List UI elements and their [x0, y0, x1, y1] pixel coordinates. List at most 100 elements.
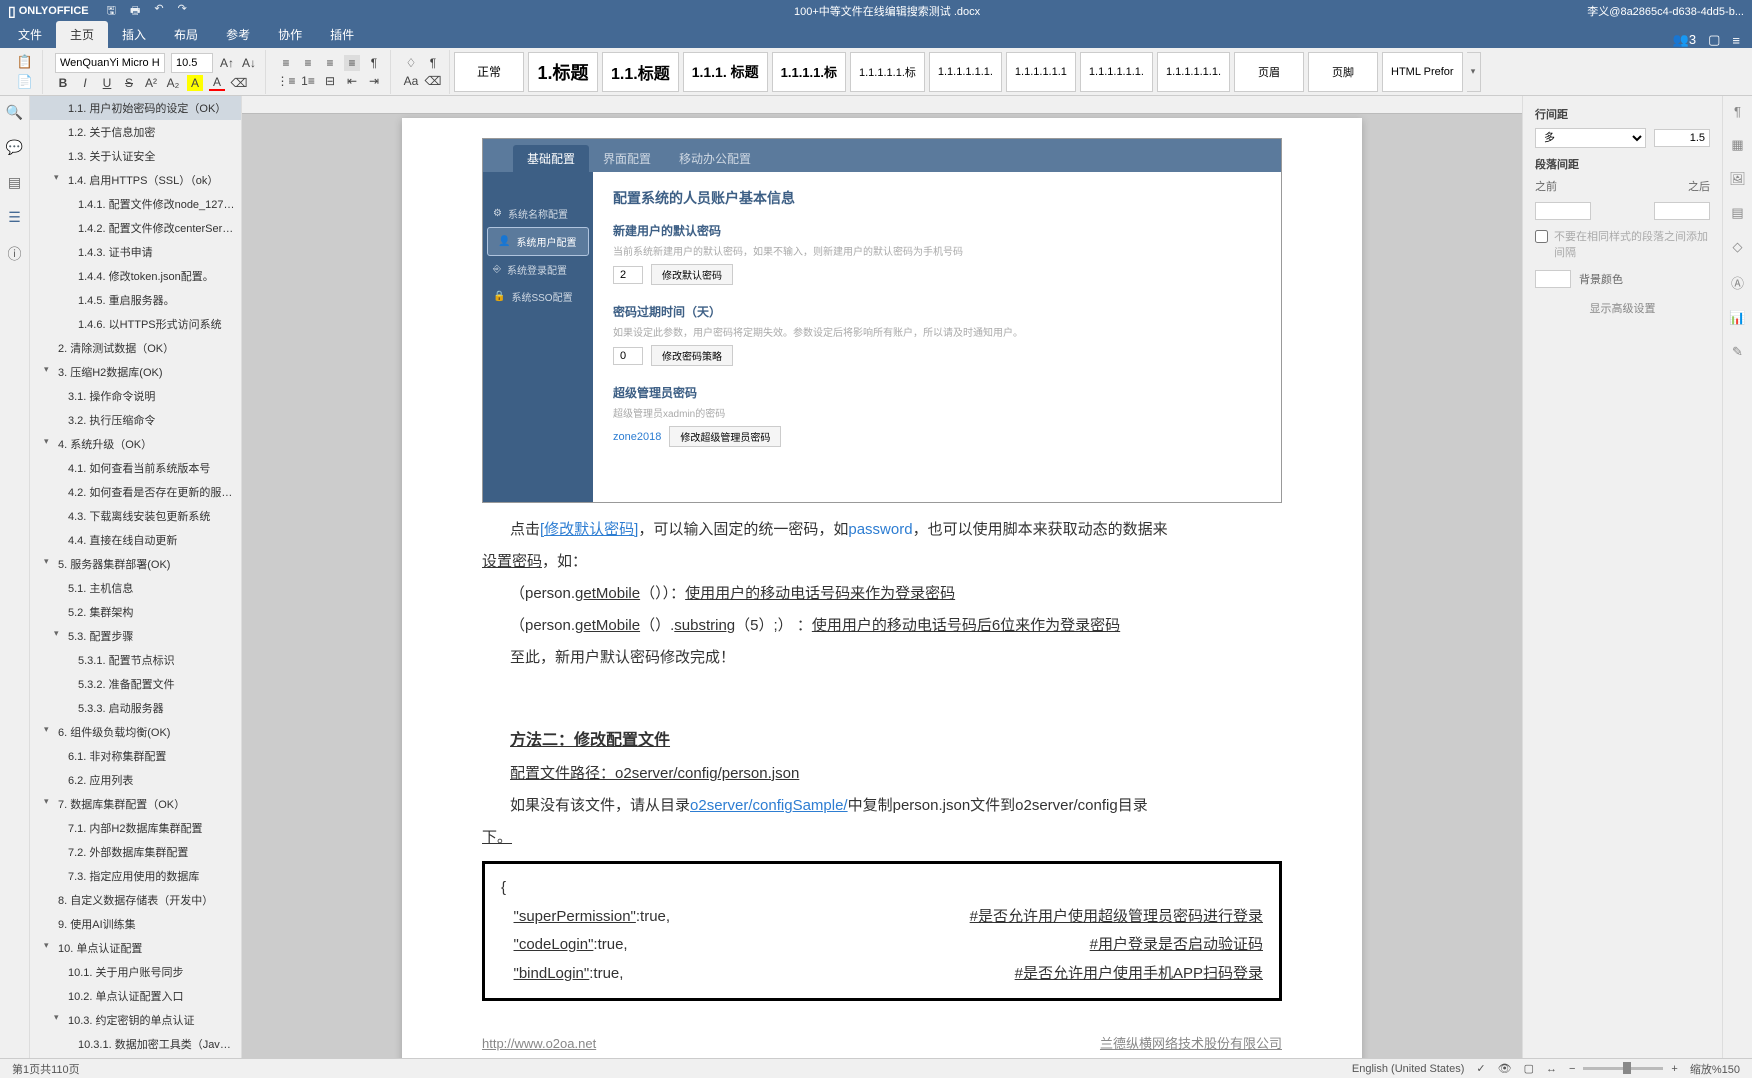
nav-item[interactable]: 5.2. 集群架构	[30, 600, 241, 624]
font-family-select[interactable]	[55, 53, 165, 73]
nav-item[interactable]: 5.3.1. 配置节点标识	[30, 648, 241, 672]
headings-icon[interactable]: ▤	[8, 174, 21, 191]
italic-button[interactable]: I	[77, 75, 93, 91]
tab-insert[interactable]: 插入	[108, 21, 160, 48]
shape-settings-icon[interactable]: ◇	[1733, 239, 1743, 255]
header-settings-icon[interactable]: ▤	[1731, 205, 1743, 221]
nav-item[interactable]: 10.3.1. 数据加密工具类（Java）	[30, 1032, 241, 1056]
nav-item[interactable]: 1.2. 关于信息加密	[30, 120, 241, 144]
feedback-icon[interactable]: ⓘ	[8, 244, 22, 264]
bg-color-picker[interactable]	[1535, 270, 1571, 288]
zoom-in-button[interactable]: +	[1671, 1063, 1677, 1075]
nav-item[interactable]: 3.1. 操作命令说明	[30, 384, 241, 408]
tab-layout[interactable]: 布局	[160, 21, 212, 48]
tab-collab[interactable]: 协作	[264, 21, 316, 48]
doc-body[interactable]: 点击[修改默认密码]，可以输入固定的统一密码，如password，也可以使用脚本…	[482, 515, 1282, 1057]
nav-item[interactable]: ▾3. 压缩H2数据库(OK)	[30, 360, 241, 384]
style-h1[interactable]: 1.标题	[528, 52, 598, 92]
tab-file[interactable]: 文件	[4, 21, 56, 48]
style-html[interactable]: HTML Prefor	[1382, 52, 1463, 92]
users-icon[interactable]: 👥3	[1673, 32, 1696, 48]
zoom-out-button[interactable]: −	[1569, 1063, 1575, 1075]
para-settings-icon[interactable]: ¶	[1734, 104, 1741, 119]
zoom-slider[interactable]	[1583, 1067, 1663, 1070]
nav-item[interactable]: 6.2. 应用列表	[30, 768, 241, 792]
nav-item[interactable]: 5.3.3. 启动服务器	[30, 696, 241, 720]
bold-button[interactable]: B	[55, 75, 71, 91]
fit-page-icon[interactable]: ▢	[1524, 1062, 1534, 1075]
nav-item[interactable]: 5.1. 主机信息	[30, 576, 241, 600]
show-advanced-link[interactable]: 显示高级设置	[1535, 300, 1710, 316]
nav-item[interactable]: 9. 使用AI训练集	[30, 912, 241, 936]
clear-format-button[interactable]: ⌫	[231, 75, 247, 91]
nav-item[interactable]: ▾6. 组件级负载均衡(OK)	[30, 720, 241, 744]
zoom-value[interactable]: 缩放%150	[1690, 1061, 1740, 1077]
align-left-button[interactable]: ≡	[278, 55, 294, 71]
tab-references[interactable]: 参考	[212, 21, 264, 48]
nav-item[interactable]: 10.1. 关于用户账号同步	[30, 960, 241, 984]
nav-item[interactable]: ▾10. 单点认证配置	[30, 936, 241, 960]
menu-icon[interactable]: ≡	[1732, 33, 1740, 48]
user-name[interactable]: 李义@8a2865c4-d638-4dd5-b...	[1587, 3, 1744, 19]
style-h4[interactable]: 1.1.1.1.标	[772, 52, 846, 92]
erase-button[interactable]: ⌫	[425, 73, 441, 89]
nav-item[interactable]: ▾5.3. 配置步骤	[30, 624, 241, 648]
language-indicator[interactable]: English (United States)	[1352, 1063, 1465, 1075]
spacing-after-input[interactable]	[1654, 202, 1710, 220]
strike-button[interactable]: S	[121, 75, 137, 91]
bullets-button[interactable]: ⋮≡	[278, 73, 294, 89]
nav-item[interactable]: 4.3. 下载离线安装包更新系统	[30, 504, 241, 528]
comments-icon[interactable]: 💬	[6, 139, 23, 156]
nav-item[interactable]: ▾10.3. 约定密钥的单点认证	[30, 1008, 241, 1032]
font-color-button[interactable]: A	[209, 75, 225, 91]
line-spacing-select[interactable]: 多	[1535, 128, 1646, 148]
shading-button[interactable]: ♢	[403, 55, 419, 71]
nav-item[interactable]: 1.4.1. 配置文件修改node_127.0.0...	[30, 192, 241, 216]
nav-tree[interactable]: 1.1. 用户初始密码的设定（OK）1.2. 关于信息加密1.3. 关于认证安全…	[30, 96, 242, 1058]
style-h2[interactable]: 1.1.标题	[602, 52, 679, 92]
style-h5[interactable]: 1.1.1.1.1.标	[850, 52, 925, 92]
indent-inc-button[interactable]: ⇥	[366, 73, 382, 89]
search-icon[interactable]: 🔍	[6, 104, 23, 121]
style-h6[interactable]: 1.1.1.1.1.1.	[929, 52, 1002, 92]
folder-icon[interactable]: ▢	[1708, 32, 1720, 48]
ruler[interactable]	[242, 96, 1522, 114]
nav-item[interactable]: ▾7. 数据库集群配置（OK）	[30, 792, 241, 816]
align-center-button[interactable]: ≡	[300, 55, 316, 71]
copy-icon[interactable]: 📋	[16, 53, 34, 71]
font-smaller-icon[interactable]: A↓	[241, 55, 257, 71]
nav-item[interactable]: 7.1. 内部H2数据库集群配置	[30, 816, 241, 840]
chart-settings-icon[interactable]: 📊	[1729, 310, 1745, 326]
table-settings-icon[interactable]: ▦	[1731, 137, 1743, 153]
style-normal[interactable]: 正常	[454, 52, 524, 92]
nav-item[interactable]: 4.4. 直接在线自动更新	[30, 528, 241, 552]
nonprinting-button[interactable]: ¶	[425, 55, 441, 71]
track-changes-icon[interactable]: 👁	[1498, 1062, 1512, 1075]
spacing-before-input[interactable]	[1535, 202, 1591, 220]
style-header[interactable]: 页眉	[1234, 52, 1304, 92]
nav-item[interactable]: 1.4.6. 以HTTPS形式访问系统	[30, 312, 241, 336]
nav-item[interactable]: 5.3.2. 准备配置文件	[30, 672, 241, 696]
font-size-input[interactable]	[171, 53, 213, 73]
nav-item[interactable]: 1.1. 用户初始密码的设定（OK）	[30, 96, 241, 120]
nav-item[interactable]: 2. 清除测试数据（OK）	[30, 336, 241, 360]
nav-item[interactable]: 7.3. 指定应用使用的数据库	[30, 864, 241, 888]
pilcrow-button[interactable]: ¶	[366, 55, 382, 71]
page-indicator[interactable]: 第1页共110页	[12, 1061, 1352, 1077]
no-space-checkbox[interactable]	[1535, 230, 1548, 243]
spellcheck-icon[interactable]: ✓	[1476, 1062, 1485, 1075]
save-icon[interactable]: 🖫	[107, 2, 116, 21]
style-footer[interactable]: 页脚	[1308, 52, 1378, 92]
nav-item[interactable]: ▾4. 系统升级（OK）	[30, 432, 241, 456]
style-h9[interactable]: 1.1.1.1.1.1.	[1157, 52, 1230, 92]
align-justify-button[interactable]: ≡	[344, 55, 360, 71]
style-h7[interactable]: 1.1.1.1.1.1	[1006, 52, 1076, 92]
subscript-button[interactable]: A₂	[165, 75, 181, 91]
nav-item[interactable]: 4.2. 如何查看是否存在更新的服务器...	[30, 480, 241, 504]
tab-home[interactable]: 主页	[56, 21, 108, 48]
nav-item[interactable]: 4.1. 如何查看当前系统版本号	[30, 456, 241, 480]
style-dropdown[interactable]: ▾	[1467, 52, 1481, 92]
numbering-button[interactable]: 1≡	[300, 73, 316, 89]
nav-item[interactable]: 1.3. 关于认证安全	[30, 144, 241, 168]
indent-dec-button[interactable]: ⇤	[344, 73, 360, 89]
